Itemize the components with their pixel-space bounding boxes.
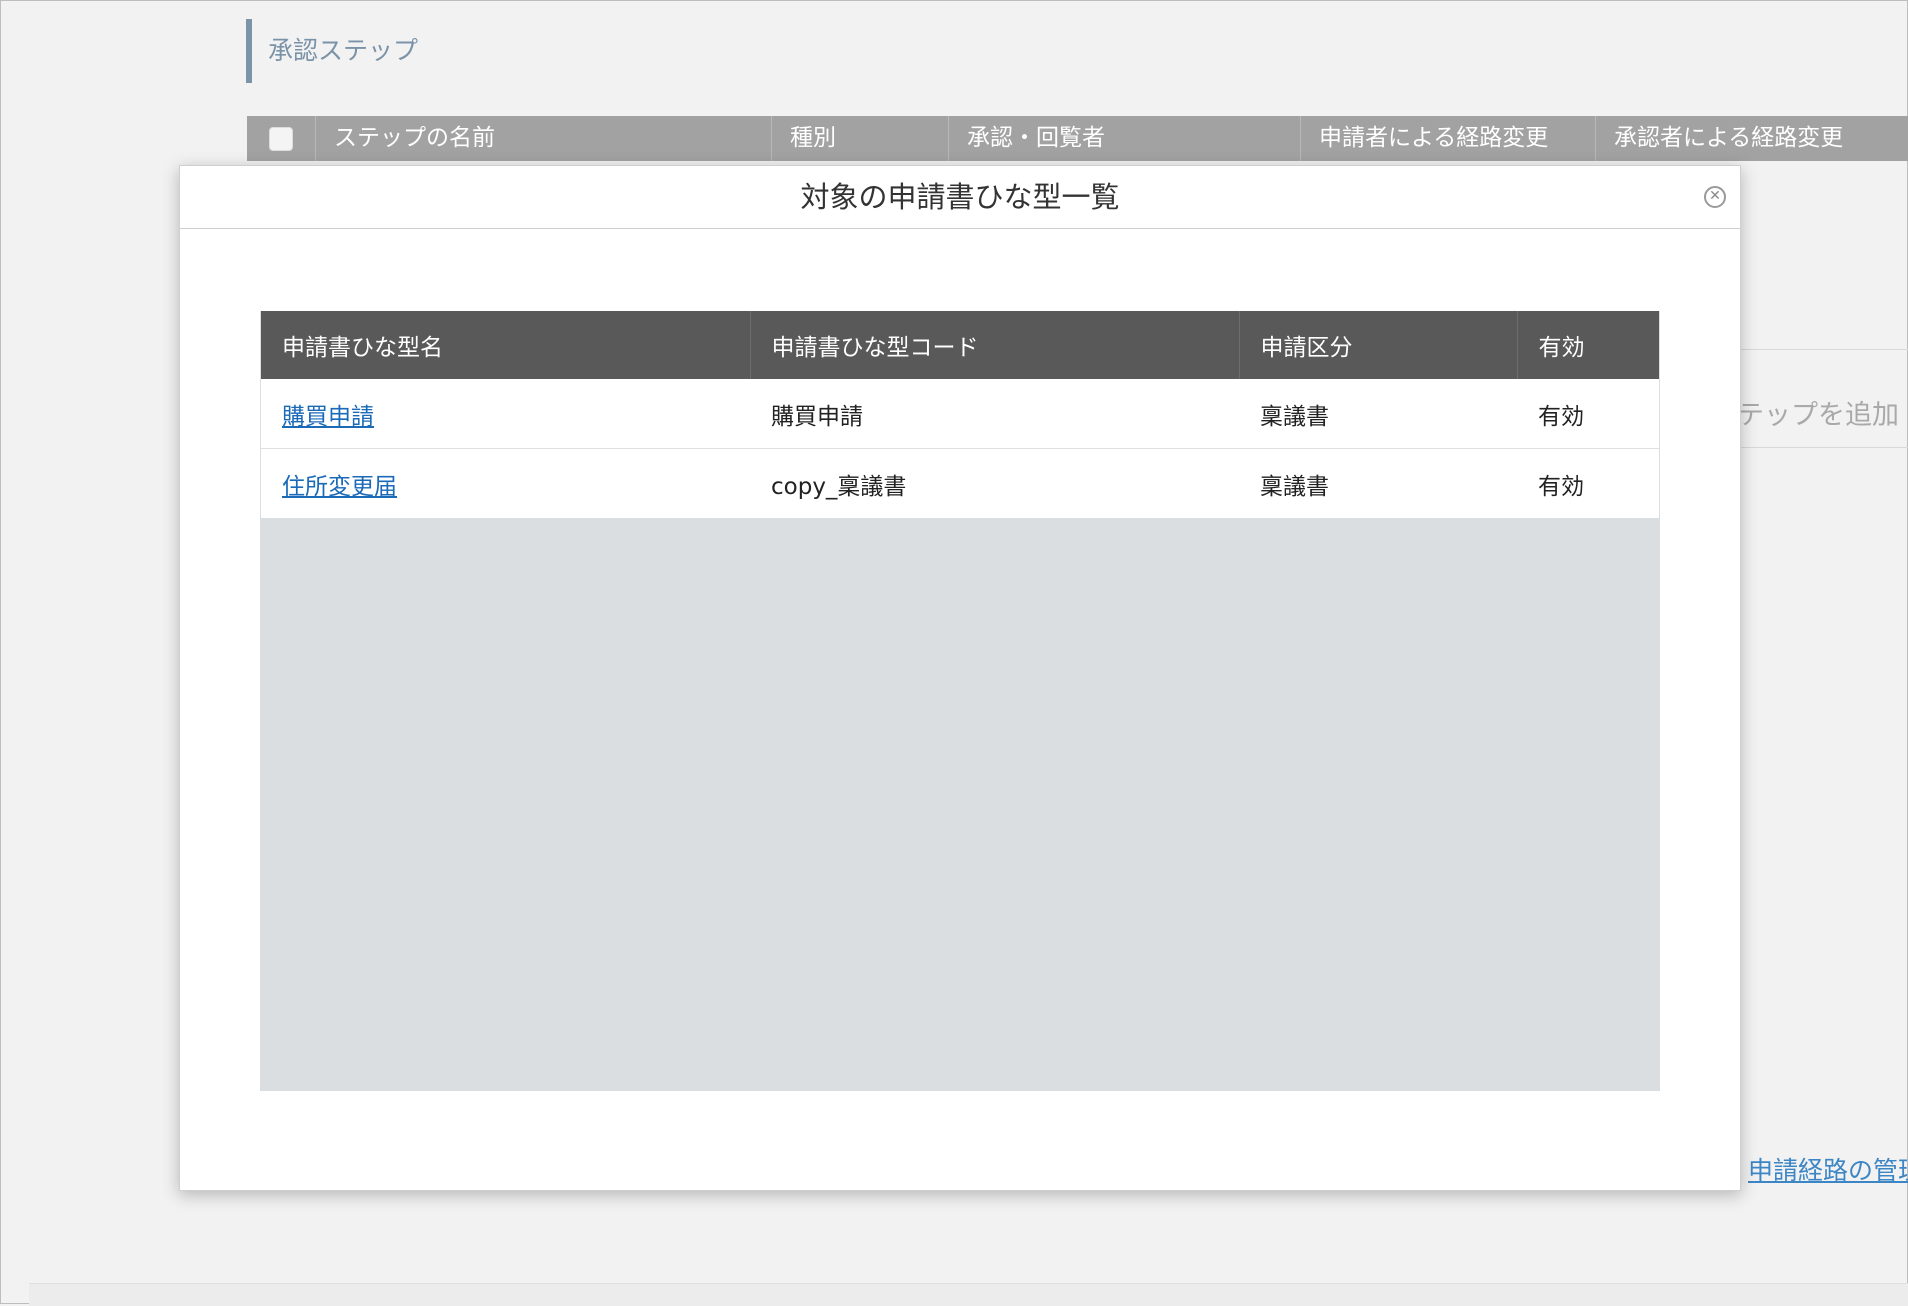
table-header-row: 申請書ひな型名 申請書ひな型コード 申請区分 有効	[261, 311, 1659, 379]
template-list: 申請書ひな型名 申請書ひな型コード 申請区分 有効 購買申請 購買申請 稟議書 …	[260, 311, 1660, 1227]
modal-title: 対象の申請書ひな型一覧	[800, 180, 1120, 214]
approval-steps-table-header: ステップの名前 種別 承認・回覧者 申請者による経路変更 承認者による経路変更	[247, 116, 1908, 161]
column-approver-route-change: 承認者による経路変更	[1595, 116, 1890, 161]
select-all-checkbox[interactable]	[269, 127, 293, 151]
template-table: 申請書ひな型名 申請書ひな型コード 申請区分 有効 購買申請 購買申請 稟議書 …	[261, 311, 1659, 518]
column-category: 申請区分	[1239, 311, 1518, 379]
route-management-link[interactable]: 申請経路の管理	[1748, 1151, 1908, 1187]
status-badge: 有効	[1517, 448, 1659, 518]
category-cell: 稟議書	[1239, 448, 1517, 518]
divider	[1737, 447, 1908, 448]
category-cell: 稟議書	[1239, 379, 1517, 449]
section-title-approval-steps: 承認ステップ	[246, 19, 418, 83]
column-type: 種別	[771, 116, 948, 161]
template-name-link[interactable]: 住所変更届	[282, 474, 397, 500]
template-name-link[interactable]: 購買申請	[282, 404, 374, 430]
page-footer	[29, 1283, 1908, 1306]
add-step-button[interactable]: テップを追加	[1737, 393, 1899, 432]
table-row: 購買申請 購買申請 稟議書 有効	[261, 379, 1659, 449]
column-step-name: ステップの名前	[315, 116, 771, 161]
column-template-name: 申請書ひな型名	[261, 311, 751, 379]
divider	[1737, 349, 1908, 350]
template-name-cell: 購買申請	[261, 379, 750, 449]
table-row: 住所変更届 copy_稟議書 稟議書 有効	[261, 448, 1659, 518]
template-list-modal: 対象の申請書ひな型一覧 ✕ 申請書ひな型名 申請書ひな型コード 申請区分 有効 …	[179, 165, 1741, 1191]
template-name-cell: 住所変更届	[261, 448, 750, 518]
column-approvers: 承認・回覧者	[948, 116, 1300, 161]
status-badge: 有効	[1517, 379, 1659, 449]
template-code-cell: copy_稟議書	[750, 448, 1239, 518]
close-icon[interactable]: ✕	[1704, 186, 1726, 208]
modal-header: 対象の申請書ひな型一覧 ✕	[180, 166, 1740, 229]
column-applicant-route-change: 申請者による経路変更	[1300, 116, 1595, 161]
column-template-code: 申請書ひな型コード	[750, 311, 1240, 379]
column-valid: 有効	[1517, 311, 1659, 379]
template-code-cell: 購買申請	[750, 379, 1239, 449]
